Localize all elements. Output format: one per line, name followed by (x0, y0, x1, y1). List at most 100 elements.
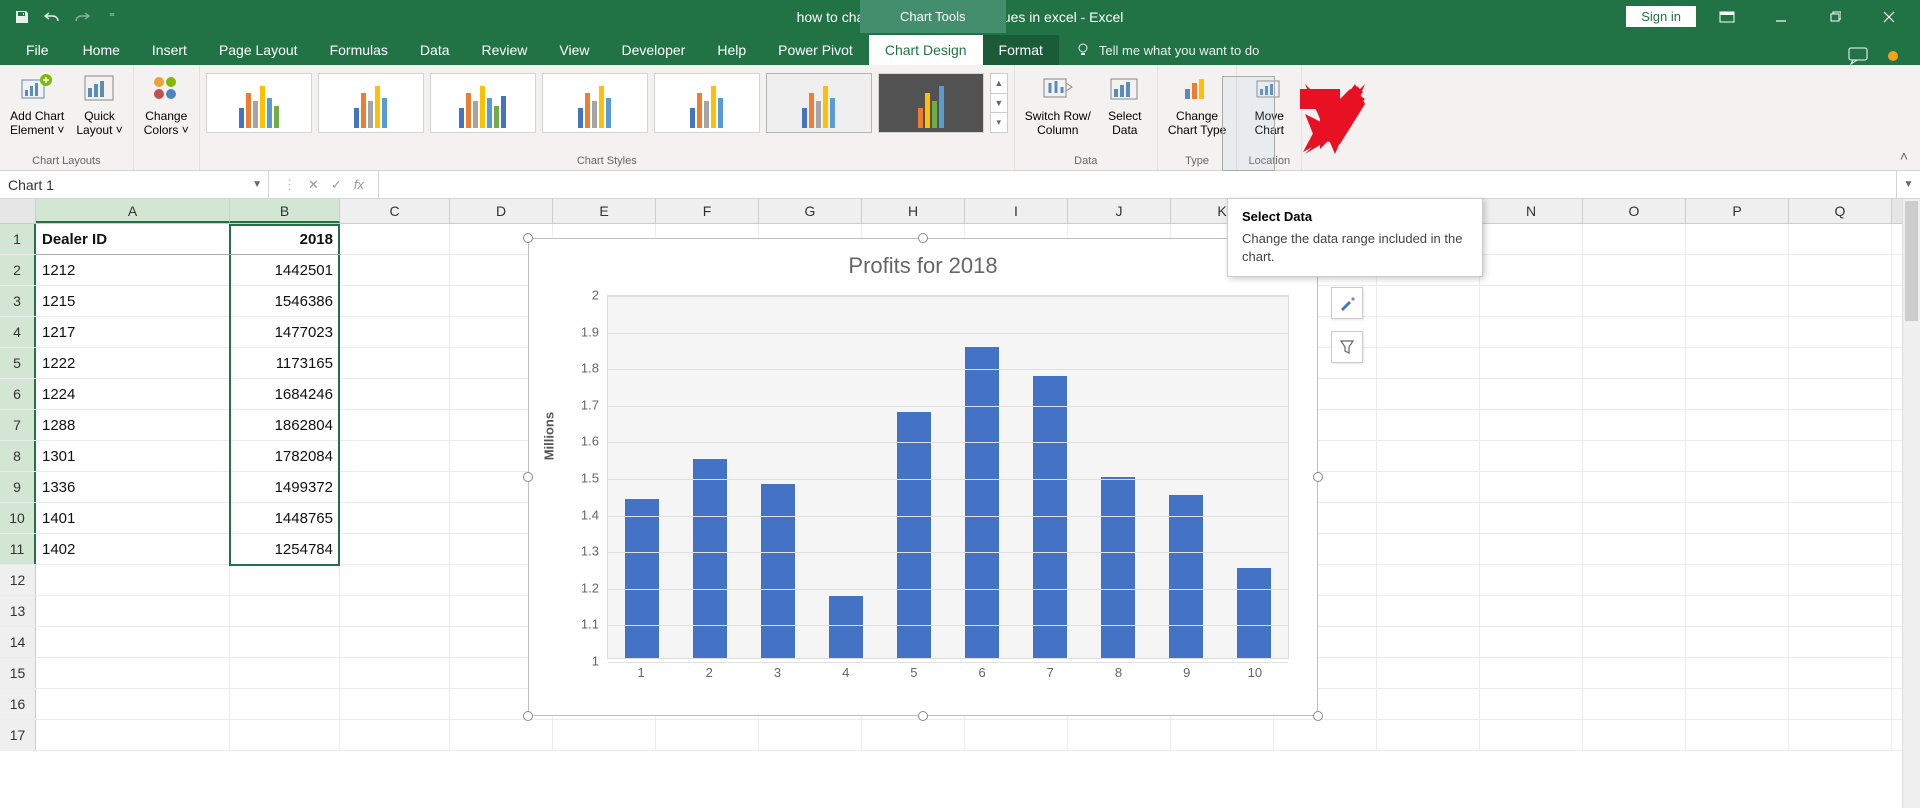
cell[interactable] (1789, 720, 1892, 750)
cell[interactable]: 1288 (36, 410, 230, 440)
cell[interactable] (656, 720, 759, 750)
cell[interactable] (1480, 503, 1583, 533)
embedded-chart[interactable]: Profits for 2018 Millions 11.11.21.31.41… (528, 238, 1318, 716)
col-header-O[interactable]: O (1583, 199, 1686, 223)
cell[interactable] (36, 627, 230, 657)
cell[interactable] (1377, 534, 1480, 564)
col-header-E[interactable]: E (553, 199, 656, 223)
worksheet-grid[interactable]: A B C D E F G H I J K L M N O P Q 1Deale… (0, 199, 1920, 808)
ribbon-display-options-icon[interactable] (1704, 0, 1750, 33)
row-header[interactable]: 6 (0, 379, 36, 409)
row-header[interactable]: 11 (0, 534, 36, 564)
cell[interactable] (1583, 410, 1686, 440)
restore-icon[interactable] (1812, 0, 1858, 33)
cell[interactable] (1377, 658, 1480, 688)
cell[interactable]: 2018 (230, 224, 340, 254)
cell[interactable] (1583, 503, 1686, 533)
cell[interactable] (1583, 348, 1686, 378)
row-header[interactable]: 5 (0, 348, 36, 378)
resize-handle[interactable] (918, 233, 928, 243)
cell[interactable] (36, 565, 230, 595)
bar[interactable] (625, 499, 659, 658)
resize-handle[interactable] (523, 233, 533, 243)
cell[interactable] (36, 720, 230, 750)
cell[interactable] (1789, 410, 1892, 440)
chart-title[interactable]: Profits for 2018 (529, 239, 1317, 279)
cell[interactable] (1583, 255, 1686, 285)
col-header-J[interactable]: J (1068, 199, 1171, 223)
tab-help[interactable]: Help (701, 35, 762, 65)
cell[interactable] (230, 596, 340, 626)
cell[interactable]: 1477023 (230, 317, 340, 347)
tab-page-layout[interactable]: Page Layout (203, 35, 314, 65)
cell[interactable] (1789, 503, 1892, 533)
cell[interactable] (1686, 224, 1789, 254)
col-header-Q[interactable]: Q (1789, 199, 1892, 223)
cell[interactable] (1480, 596, 1583, 626)
resize-handle[interactable] (523, 472, 533, 482)
col-header-H[interactable]: H (862, 199, 965, 223)
sign-in-button[interactable]: Sign in (1626, 6, 1696, 27)
resize-handle[interactable] (1313, 711, 1323, 721)
cell[interactable]: 1402 (36, 534, 230, 564)
cell[interactable] (340, 565, 450, 595)
cell[interactable] (1377, 472, 1480, 502)
cell[interactable] (1789, 472, 1892, 502)
cell[interactable] (1171, 720, 1274, 750)
cell[interactable] (1583, 596, 1686, 626)
col-header-A[interactable]: A (36, 199, 230, 223)
cell[interactable] (1480, 410, 1583, 440)
cell[interactable] (759, 720, 862, 750)
bar[interactable] (761, 484, 795, 658)
cell[interactable] (340, 596, 450, 626)
cell[interactable] (1686, 348, 1789, 378)
cell[interactable] (1377, 627, 1480, 657)
cell[interactable] (1377, 348, 1480, 378)
row-header[interactable]: 8 (0, 441, 36, 471)
formula-expand-icon[interactable]: ▼ (1896, 171, 1920, 198)
chart-styles-button[interactable] (1331, 287, 1363, 319)
cell[interactable] (1583, 534, 1686, 564)
bar[interactable] (1169, 495, 1203, 658)
switch-row-column-button[interactable]: Switch Row/ Column (1021, 69, 1095, 139)
cell[interactable] (1789, 689, 1892, 719)
cell[interactable] (340, 627, 450, 657)
cell[interactable] (1789, 224, 1892, 254)
cell[interactable] (1480, 255, 1583, 285)
cell[interactable] (1480, 224, 1583, 254)
cell[interactable] (1686, 410, 1789, 440)
cell[interactable] (1377, 379, 1480, 409)
tab-view[interactable]: View (543, 35, 605, 65)
comments-icon[interactable] (1848, 47, 1868, 65)
row-header[interactable]: 14 (0, 627, 36, 657)
cell[interactable] (230, 627, 340, 657)
cell[interactable] (1686, 565, 1789, 595)
cell[interactable] (1480, 317, 1583, 347)
row-header[interactable]: 1 (0, 224, 36, 254)
cell[interactable] (1686, 627, 1789, 657)
bar[interactable] (1033, 376, 1067, 658)
resize-handle[interactable] (918, 711, 928, 721)
tell-me-search[interactable]: Tell me what you want to do (1059, 35, 1275, 65)
cell[interactable] (1480, 534, 1583, 564)
cell[interactable] (1583, 689, 1686, 719)
tab-home[interactable]: Home (67, 35, 136, 65)
chart-style-1[interactable] (206, 73, 312, 133)
cell[interactable] (230, 658, 340, 688)
undo-icon[interactable] (38, 3, 66, 31)
row-header[interactable]: 10 (0, 503, 36, 533)
cell[interactable]: 1212 (36, 255, 230, 285)
chart-style-3[interactable] (430, 73, 536, 133)
row-header[interactable]: 4 (0, 317, 36, 347)
cell[interactable] (1480, 565, 1583, 595)
cell[interactable] (1583, 441, 1686, 471)
bar[interactable] (897, 412, 931, 658)
cell[interactable] (1480, 348, 1583, 378)
name-box-dropdown-icon[interactable]: ▼ (252, 179, 262, 190)
col-header-I[interactable]: I (965, 199, 1068, 223)
row-header[interactable]: 2 (0, 255, 36, 285)
cell[interactable] (1480, 379, 1583, 409)
cell[interactable] (1686, 441, 1789, 471)
tab-review[interactable]: Review (466, 35, 544, 65)
cell[interactable]: 1684246 (230, 379, 340, 409)
